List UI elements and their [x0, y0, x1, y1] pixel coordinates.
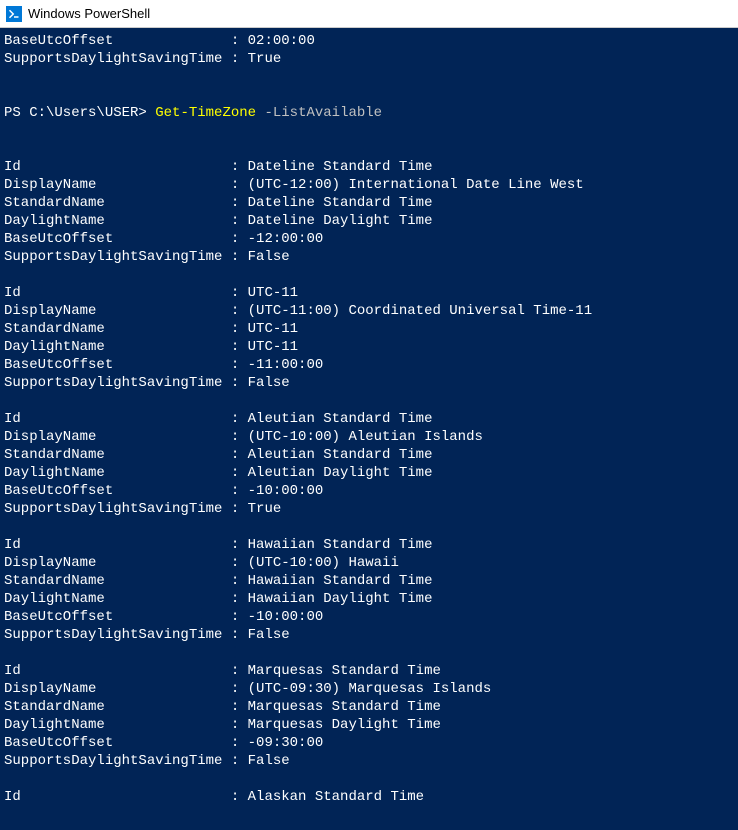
output-line: DisplayName : (UTC-09:30) Marquesas Isla…: [4, 680, 734, 698]
blank-line: [4, 644, 734, 662]
output-line: SupportsDaylightSavingTime : True: [4, 500, 734, 518]
cmdlet-name: Get-TimeZone: [155, 105, 256, 121]
output-line: DaylightName : Marquesas Daylight Time: [4, 716, 734, 734]
blank-line: [4, 518, 734, 536]
output-line: Id : Hawaiian Standard Time: [4, 536, 734, 554]
output-line: SupportsDaylightSavingTime : False: [4, 374, 734, 392]
blank-line: [4, 266, 734, 284]
output-line: Id : Dateline Standard Time: [4, 158, 734, 176]
output-line: DaylightName : Dateline Daylight Time: [4, 212, 734, 230]
blank-line: [4, 770, 734, 788]
output-line: DaylightName : Aleutian Daylight Time: [4, 464, 734, 482]
output-line: Id : UTC-11: [4, 284, 734, 302]
prompt-line: PS C:\Users\USER> Get-TimeZone -ListAvai…: [4, 104, 734, 122]
output-line: BaseUtcOffset : -12:00:00: [4, 230, 734, 248]
output-line: Id : Aleutian Standard Time: [4, 410, 734, 428]
output-line: DaylightName : UTC-11: [4, 338, 734, 356]
output-line: DaylightName : Hawaiian Daylight Time: [4, 590, 734, 608]
output-line: SupportsDaylightSavingTime : False: [4, 248, 734, 266]
powershell-icon: [6, 6, 22, 22]
output-line: StandardName : Dateline Standard Time: [4, 194, 734, 212]
window-title: Windows PowerShell: [28, 6, 150, 21]
output-line: StandardName : Hawaiian Standard Time: [4, 572, 734, 590]
output-line: SupportsDaylightSavingTime : False: [4, 752, 734, 770]
window-titlebar[interactable]: Windows PowerShell: [0, 0, 738, 28]
output-line: BaseUtcOffset : -09:30:00: [4, 734, 734, 752]
output-line: BaseUtcOffset : -11:00:00: [4, 356, 734, 374]
blank-line: [4, 140, 734, 158]
output-line: StandardName : UTC-11: [4, 320, 734, 338]
cmdlet-param: -ListAvailable: [256, 105, 382, 121]
output-line: DisplayName : (UTC-11:00) Coordinated Un…: [4, 302, 734, 320]
output-line: BaseUtcOffset : -10:00:00: [4, 608, 734, 626]
output-line: SupportsDaylightSavingTime : True: [4, 50, 734, 68]
output-line: Id : Alaskan Standard Time: [4, 788, 734, 806]
output-line: Id : Marquesas Standard Time: [4, 662, 734, 680]
terminal-output[interactable]: BaseUtcOffset : 02:00:00SupportsDaylight…: [0, 28, 738, 810]
output-line: DisplayName : (UTC-10:00) Hawaii: [4, 554, 734, 572]
prompt-prefix: PS C:\Users\USER>: [4, 105, 155, 121]
blank-line: [4, 122, 734, 140]
output-line: StandardName : Aleutian Standard Time: [4, 446, 734, 464]
output-line: StandardName : Marquesas Standard Time: [4, 698, 734, 716]
blank-line: [4, 86, 734, 104]
blank-line: [4, 392, 734, 410]
output-line: BaseUtcOffset : -10:00:00: [4, 482, 734, 500]
output-line: SupportsDaylightSavingTime : False: [4, 626, 734, 644]
output-line: DisplayName : (UTC-12:00) International …: [4, 176, 734, 194]
output-line: BaseUtcOffset : 02:00:00: [4, 32, 734, 50]
output-line: DisplayName : (UTC-10:00) Aleutian Islan…: [4, 428, 734, 446]
blank-line: [4, 68, 734, 86]
